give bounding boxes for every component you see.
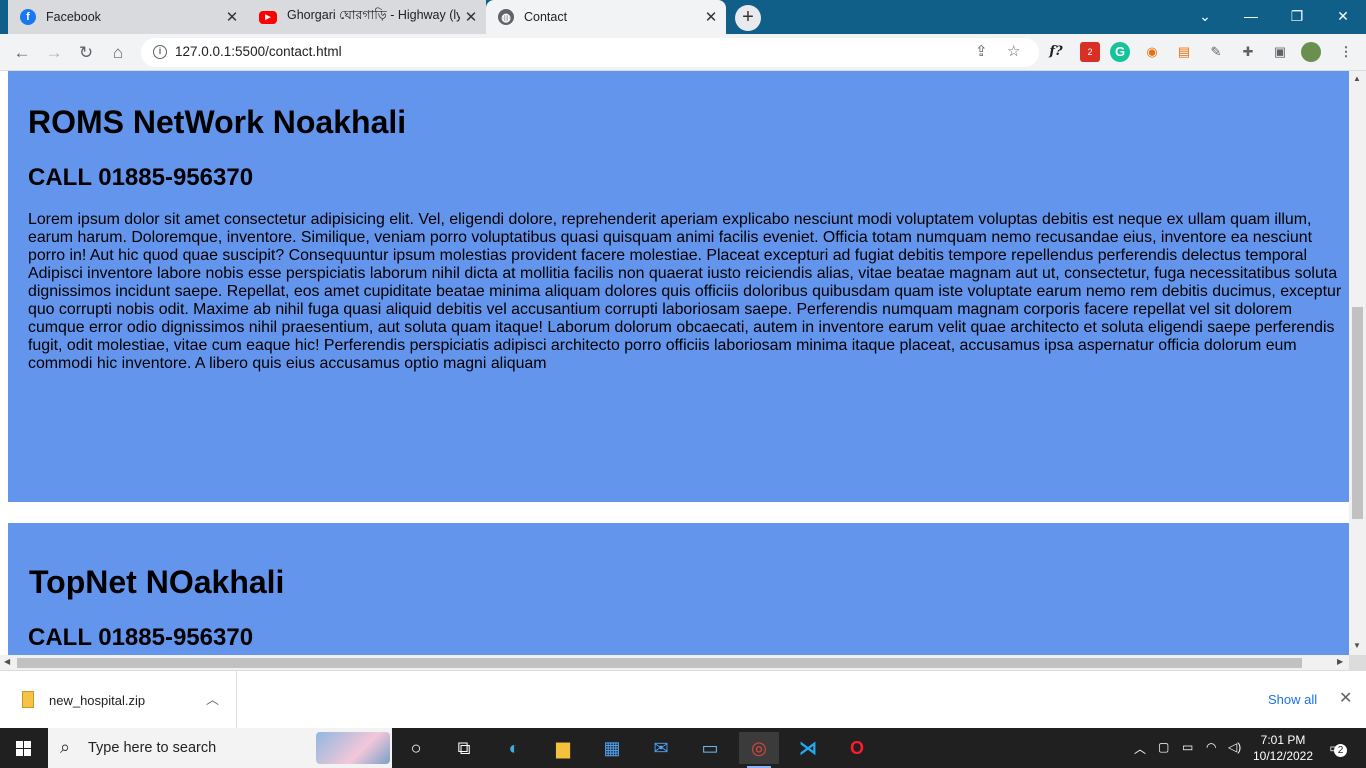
menu-icon[interactable]: ⋮ (1336, 42, 1356, 62)
restore-button[interactable]: ❐ (1274, 0, 1320, 34)
bookmark-star-icon[interactable]: ☆ (1007, 42, 1020, 60)
close-tab-icon[interactable]: ✕ (221, 8, 243, 26)
formula-extension-icon[interactable]: f? (1046, 42, 1066, 62)
notification-badge: 2 (1334, 744, 1347, 757)
address-url[interactable]: 127.0.0.1:5500/contact.html (175, 44, 342, 59)
task-view-icon[interactable]: ⧉ (444, 732, 484, 764)
meet-now-icon[interactable]: ▢ (1158, 740, 1169, 754)
zip-file-icon (22, 691, 34, 708)
facebook-icon: f (20, 9, 36, 25)
tab-title: Contact (524, 10, 568, 24)
scroll-up-icon[interactable]: ▲ (1353, 74, 1361, 83)
address-bar[interactable]: i 127.0.0.1:5500/contact.html ⇪ ☆ (141, 38, 1039, 67)
search-icon: ⌕ (60, 737, 71, 757)
clock-time: 7:01 PM (1260, 733, 1306, 747)
show-all-button[interactable]: Show all (1268, 692, 1317, 707)
opera-icon[interactable]: O (837, 732, 877, 764)
download-item[interactable]: new_hospital.zip ︿ (0, 671, 237, 729)
youtube-icon: ▶ (259, 10, 277, 24)
extension-badge: 2 (1087, 47, 1093, 57)
page-viewport: ROMS NetWork Noakhali CALL 01885-956370 … (0, 71, 1366, 655)
tab-contact[interactable]: ◍ Contact ✕ (486, 0, 726, 34)
record-extension-icon[interactable]: ◉ (1142, 42, 1162, 62)
tab-search-icon[interactable]: ⌄ (1182, 0, 1228, 34)
new-tab-button[interactable]: + (735, 5, 761, 31)
close-window-button[interactable]: ✕ (1320, 0, 1366, 34)
download-filename: new_hospital.zip (49, 693, 146, 708)
minimize-button[interactable]: — (1228, 0, 1274, 34)
browser-toolbar: ← → ↻ ⌂ i 127.0.0.1:5500/contact.html ⇪ … (0, 34, 1366, 71)
card-phone: CALL 01885-956370 (28, 164, 254, 191)
close-download-bar-icon[interactable]: ✕ (1339, 688, 1352, 708)
globe-icon: ◍ (498, 9, 514, 25)
forward-button[interactable]: → (41, 40, 67, 66)
cortana-icon[interactable]: ○ (396, 732, 436, 764)
search-placeholder[interactable]: Type here to search (88, 740, 216, 756)
file-explorer-icon[interactable]: ▆ (543, 732, 583, 764)
tab-strip: f Facebook ✕ ▶ Ghorgari ঘোরগাড়ি - Highw… (0, 0, 1366, 34)
card-title: ROMS NetWork Noakhali (28, 104, 407, 140)
battery-icon[interactable]: ▭ (1182, 740, 1193, 754)
horizontal-scroll-thumb[interactable] (17, 658, 1302, 668)
site-info-icon[interactable]: i (153, 45, 167, 59)
share-icon[interactable]: ⇪ (975, 42, 988, 60)
search-highlight-image (316, 732, 390, 764)
reload-button[interactable]: ↻ (73, 40, 99, 66)
card-title: TopNet NOakhali (29, 564, 285, 600)
grammarly-icon[interactable]: G (1110, 42, 1130, 62)
contact-card-topnet: TopNet NOakhali CALL 01885-956370 (8, 523, 1349, 655)
store-icon[interactable]: ▦ (592, 732, 632, 764)
tab-title: Facebook (46, 10, 101, 24)
avatar[interactable] (1301, 42, 1321, 62)
windows-taskbar: ⌕ Type here to search ○ ⧉ ◐ ▆ ▦ ✉ ▭ ◎ ⋊ … (0, 728, 1366, 768)
chrome-icon[interactable]: ◎ (739, 732, 779, 768)
tab-youtube[interactable]: ▶ Ghorgari ঘোরগাড়ি - Highway (lyr ✕ (247, 0, 486, 34)
calendar-extension-icon[interactable]: ▤ (1174, 42, 1194, 62)
card-phone: CALL 01885-956370 (28, 624, 254, 651)
back-button[interactable]: ← (9, 40, 35, 66)
card-description: Lorem ipsum dolor sit amet consectetur a… (28, 211, 1342, 372)
chevron-up-icon[interactable]: ︿ (206, 689, 219, 708)
vertical-scroll-thumb[interactable] (1352, 307, 1363, 519)
download-bar: new_hospital.zip ︿ Show all ✕ (0, 670, 1366, 729)
contact-card-roms: ROMS NetWork Noakhali CALL 01885-956370 … (8, 71, 1349, 502)
scrollbar-corner (1349, 655, 1366, 670)
remote-desktop-icon[interactable]: ▭ (690, 732, 730, 764)
tab-title: Ghorgari ঘোরগাড়ি - Highway (lyr (287, 8, 460, 22)
close-tab-icon[interactable]: ✕ (460, 8, 482, 26)
extensions-puzzle-icon[interactable]: ✚ (1238, 42, 1258, 62)
windows-start-icon[interactable] (0, 728, 48, 768)
eyedropper-icon[interactable]: ✎ (1206, 42, 1226, 62)
taskbar-clock[interactable]: 7:01 PM 10/12/2022 (1250, 732, 1316, 764)
extension-icon[interactable]: 2 (1080, 42, 1100, 62)
vertical-scrollbar[interactable]: ▲ ▼ (1349, 71, 1366, 655)
tab-facebook[interactable]: f Facebook ✕ (8, 0, 247, 34)
mail-icon[interactable]: ✉ (641, 732, 681, 764)
taskbar-search[interactable]: ⌕ Type here to search (48, 728, 392, 768)
scroll-right-icon[interactable]: ▶ (1337, 657, 1343, 666)
scroll-down-icon[interactable]: ▼ (1353, 641, 1361, 650)
clock-date: 10/12/2022 (1252, 749, 1314, 763)
edge-icon[interactable]: ◐ (494, 732, 534, 764)
volume-icon[interactable]: ◁) (1228, 740, 1241, 754)
show-hidden-icons-icon[interactable]: ︿ (1134, 740, 1146, 757)
side-panel-icon[interactable]: ▣ (1270, 42, 1290, 62)
close-tab-icon[interactable]: ✕ (700, 8, 722, 26)
wifi-icon[interactable]: ◠ (1206, 740, 1216, 754)
notification-icon[interactable]: ▭ 2 (1325, 738, 1347, 758)
scroll-left-icon[interactable]: ◀ (4, 657, 10, 666)
horizontal-scrollbar[interactable]: ◀ ▶ (0, 655, 1349, 670)
vscode-icon[interactable]: ⋊ (788, 732, 828, 764)
home-button[interactable]: ⌂ (105, 40, 131, 66)
